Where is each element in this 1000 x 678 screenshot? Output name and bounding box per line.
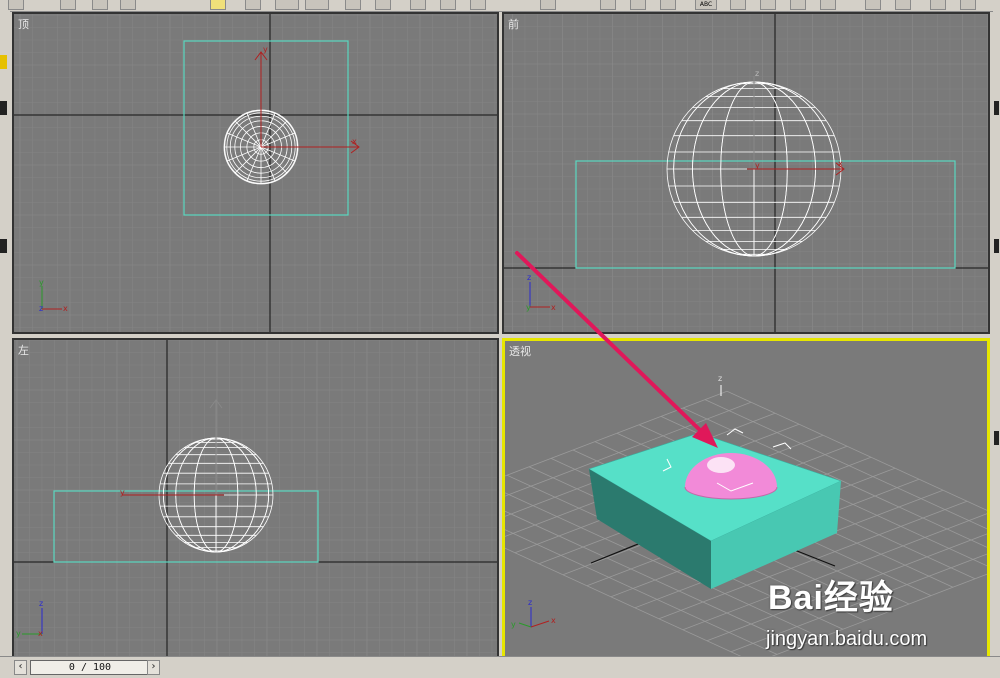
baidu-jingyan-watermark: Bai经验 jingyan.baidu.com bbox=[760, 570, 960, 660]
watermark-url: jingyan.baidu.com bbox=[766, 628, 928, 650]
frame-counter: 0 / 100 bbox=[68, 662, 112, 673]
watermark-brand: Bai经验 bbox=[768, 579, 894, 617]
time-slider[interactable]: 0 / 100 bbox=[30, 660, 148, 675]
chevron-right-icon[interactable]: › bbox=[147, 660, 160, 675]
chevron-left-icon[interactable]: ‹ bbox=[14, 660, 27, 675]
time-slider-bar: ‹ 0 / 100 › bbox=[0, 656, 1000, 678]
